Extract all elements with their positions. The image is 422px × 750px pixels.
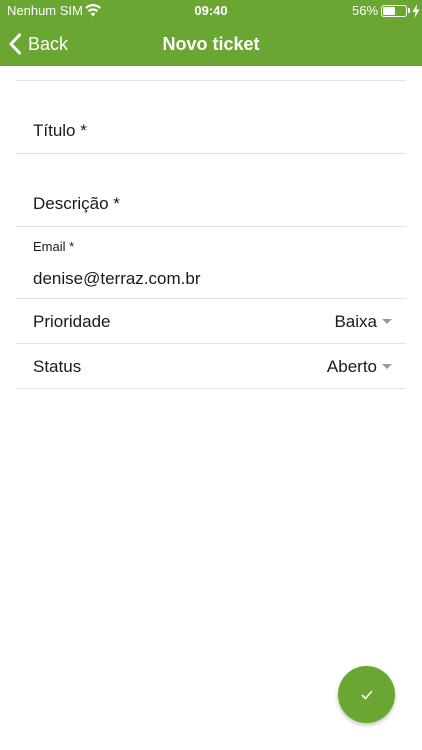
chevron-left-icon	[9, 33, 21, 55]
bolt-icon	[412, 4, 420, 18]
back-label: Back	[28, 33, 69, 54]
priority-label: Prioridade	[33, 312, 111, 331]
divider	[16, 388, 406, 389]
nav-bar: Back Novo ticket	[0, 22, 422, 66]
title-field[interactable]	[16, 81, 406, 153]
status-bar: Nenhum SIM 09:40 56%	[0, 0, 422, 22]
submit-button[interactable]	[338, 666, 395, 723]
title-field-placeholder: Título *	[33, 121, 87, 140]
divider	[16, 226, 406, 227]
back-button[interactable]: Back	[8, 22, 68, 66]
battery-percent: 56%	[352, 3, 379, 18]
battery-icon	[381, 5, 407, 17]
status-value: Aberto	[326, 357, 377, 376]
battery-cap	[408, 8, 410, 13]
description-field[interactable]	[16, 154, 406, 226]
email-label: Email *	[33, 239, 75, 254]
header: Nenhum SIM 09:40 56% Back Novo ticket	[0, 0, 422, 66]
caret-down-icon	[382, 319, 392, 324]
priority-value: Baixa	[334, 312, 377, 331]
description-field-placeholder: Descrição *	[33, 194, 120, 213]
status-label: Status	[33, 357, 82, 376]
new-ticket-screen: Nenhum SIM 09:40 56% Back Novo ticket Tí…	[0, 0, 422, 750]
battery-level-fill	[383, 7, 395, 15]
email-value: denise@terraz.com.br	[33, 269, 201, 288]
caret-down-icon	[382, 364, 392, 369]
check-icon	[361, 690, 372, 699]
